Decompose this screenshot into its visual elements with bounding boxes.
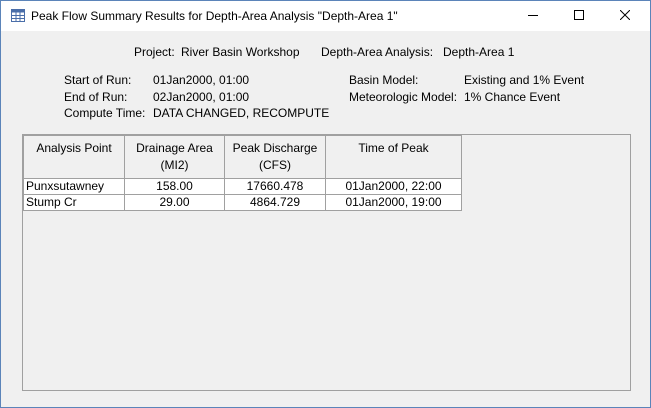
close-icon bbox=[619, 9, 631, 23]
table-icon bbox=[11, 9, 25, 22]
peak-flow-table: Analysis Point Drainage Area (MI2) Peak … bbox=[23, 135, 462, 211]
analysis-value: Depth-Area 1 bbox=[443, 45, 515, 59]
column-header-drainage-area[interactable]: Drainage Area (MI2) bbox=[124, 135, 225, 179]
end-of-run-label: End of Run: bbox=[64, 90, 128, 104]
cell-drainage-area: 158.00 bbox=[124, 178, 225, 195]
cell-analysis-point: Stump Cr bbox=[23, 194, 125, 211]
column-header-line1: Drainage Area bbox=[136, 141, 213, 155]
minimize-button[interactable] bbox=[510, 1, 556, 31]
minimize-icon bbox=[528, 9, 538, 23]
cell-peak-discharge: 17660.478 bbox=[224, 178, 326, 195]
title-bar[interactable]: Peak Flow Summary Results for Depth-Area… bbox=[1, 1, 650, 31]
table-row[interactable]: Stump Cr 29.00 4864.729 01Jan2000, 19:00 bbox=[23, 194, 462, 211]
project-value: River Basin Workshop bbox=[181, 45, 300, 59]
maximize-icon bbox=[574, 9, 584, 23]
cell-time-of-peak: 01Jan2000, 22:00 bbox=[325, 178, 462, 195]
results-content: Project: River Basin Workshop Depth-Area… bbox=[1, 31, 650, 407]
window-title: Peak Flow Summary Results for Depth-Area… bbox=[31, 9, 398, 23]
table-header-row: Analysis Point Drainage Area (MI2) Peak … bbox=[23, 135, 462, 179]
cell-drainage-area: 29.00 bbox=[124, 194, 225, 211]
basin-model-label: Basin Model: bbox=[349, 73, 419, 87]
column-header-line2: (MI2) bbox=[160, 158, 189, 172]
table-row[interactable]: Punxsutawney 158.00 17660.478 01Jan2000,… bbox=[23, 178, 462, 195]
results-window: Peak Flow Summary Results for Depth-Area… bbox=[0, 0, 651, 408]
cell-analysis-point: Punxsutawney bbox=[23, 178, 125, 195]
close-button[interactable] bbox=[602, 1, 648, 31]
column-header-analysis-point[interactable]: Analysis Point bbox=[23, 135, 125, 179]
compute-time-value: DATA CHANGED, RECOMPUTE bbox=[153, 106, 330, 120]
cell-peak-discharge: 4864.729 bbox=[224, 194, 326, 211]
meteorologic-model-value: 1% Chance Event bbox=[464, 90, 561, 104]
column-header-line2: (CFS) bbox=[259, 158, 291, 172]
column-header-peak-discharge[interactable]: Peak Discharge (CFS) bbox=[224, 135, 326, 179]
meteorologic-model-label: Meteorologic Model: bbox=[349, 90, 458, 104]
cell-time-of-peak: 01Jan2000, 19:00 bbox=[325, 194, 462, 211]
analysis-label: Depth-Area Analysis: bbox=[321, 45, 434, 59]
maximize-button[interactable] bbox=[556, 1, 602, 31]
compute-time-label: Compute Time: bbox=[64, 106, 146, 120]
column-header-line1: Analysis Point bbox=[36, 141, 112, 155]
end-of-run-value: 02Jan2000, 01:00 bbox=[153, 90, 250, 104]
results-table-panel[interactable]: Analysis Point Drainage Area (MI2) Peak … bbox=[22, 134, 631, 391]
column-header-time-of-peak[interactable]: Time of Peak bbox=[325, 135, 462, 179]
basin-model-value: Existing and 1% Event bbox=[464, 73, 585, 87]
start-of-run-label: Start of Run: bbox=[64, 73, 132, 87]
column-header-line1: Time of Peak bbox=[358, 141, 429, 155]
column-header-line1: Peak Discharge bbox=[232, 141, 318, 155]
project-label: Project: bbox=[134, 45, 175, 59]
start-of-run-value: 01Jan2000, 01:00 bbox=[153, 73, 250, 87]
